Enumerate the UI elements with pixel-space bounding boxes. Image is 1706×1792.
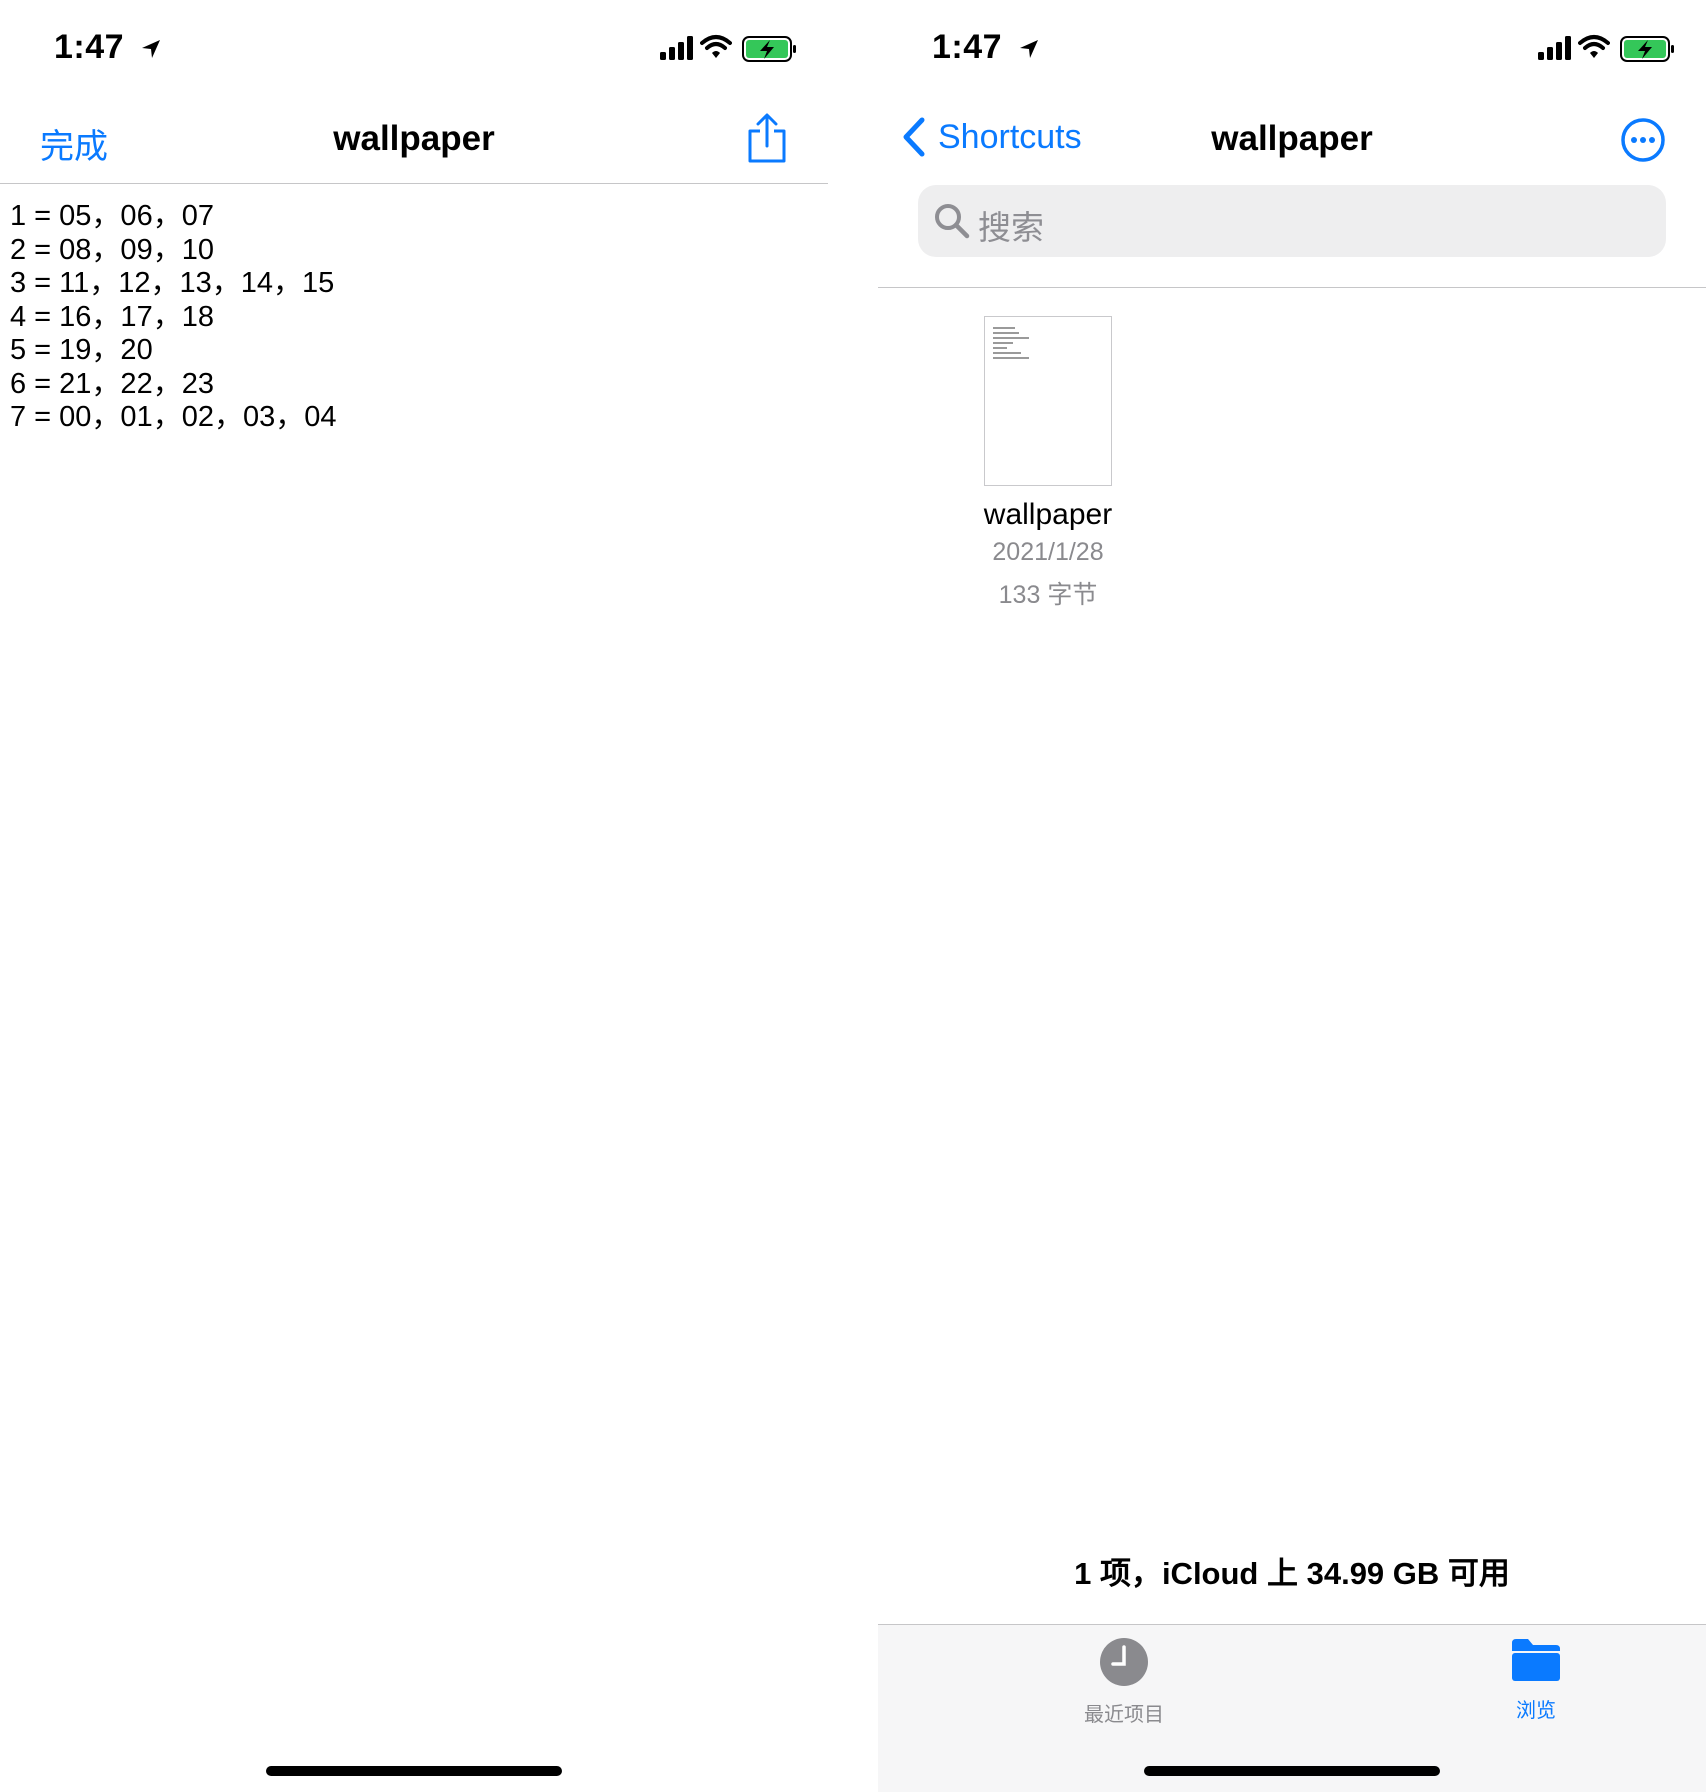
battery-charging-icon: [742, 36, 796, 62]
search-icon: [935, 204, 970, 239]
search-divider: [878, 287, 1706, 288]
status-time-text: 1:47: [54, 28, 125, 66]
document-text[interactable]: 1 = 05，06，07 2 = 08，09，10 3 = 11，12，13，1…: [10, 200, 336, 435]
file-thumbnail: [984, 316, 1112, 486]
storage-summary: 1 项，iCloud 上 34.99 GB 可用: [1074, 1556, 1510, 1591]
battery-charging-icon: [1620, 36, 1674, 62]
search-placeholder: 搜索: [978, 209, 1044, 246]
cellular-signal-icon: [660, 36, 693, 60]
location-arrow-icon: [1020, 40, 1039, 59]
tab-recents-label: 最近项目: [1084, 1704, 1164, 1726]
wifi-icon: [700, 35, 732, 58]
status-bar: 1:47: [0, 0, 828, 95]
nav-bar: Shortcuts wallpaper: [878, 95, 1706, 183]
document-line: 1 = 05，06，07: [10, 200, 214, 232]
home-indicator[interactable]: [1144, 1766, 1440, 1776]
home-indicator[interactable]: [266, 1766, 562, 1776]
document-line: 2 = 08，09，10: [10, 233, 214, 266]
status-bar: 1:47: [878, 0, 1706, 95]
document-line: 3 = 11，12，13，14，15: [10, 267, 335, 299]
document-line: 4 = 16，17，18: [10, 300, 214, 333]
cellular-signal-icon: [1538, 36, 1571, 60]
document-line: 6 = 21，22，23: [10, 367, 214, 400]
file-date: 2021/1/28: [992, 538, 1104, 566]
document-line: 5 = 19，20: [10, 334, 153, 366]
document-line: 7 = 00，01，02，03，04: [10, 401, 337, 433]
tab-browse-label: 浏览: [1516, 1700, 1556, 1722]
page-title: wallpaper: [1211, 119, 1373, 158]
status-time: 1:47: [54, 28, 162, 67]
more-options-icon[interactable]: [1620, 117, 1666, 163]
clock-icon: [1100, 1638, 1148, 1686]
files-browser-screen: 1:47 Shortcuts wallpaper 搜索 wallpaper 20…: [878, 0, 1706, 1792]
file-name: wallpaper: [983, 498, 1113, 531]
nav-bar: 完成 wallpaper: [0, 95, 828, 183]
wifi-icon: [1578, 35, 1610, 58]
share-icon[interactable]: [746, 113, 788, 165]
file-item[interactable]: wallpaper 2021/1/28 133 字节: [948, 316, 1148, 611]
nav-divider: [0, 183, 828, 184]
status-time-text: 1:47: [932, 28, 1003, 66]
text-viewer-screen: 1:47 完成 wallpaper 1 = 05，06，07 2 = 08，09…: [0, 0, 828, 1792]
tab-browse[interactable]: 浏览: [1456, 1637, 1616, 1723]
status-time: 1:47: [932, 28, 1040, 67]
folder-icon: [1512, 1639, 1560, 1681]
page-title: wallpaper: [333, 119, 495, 158]
file-size: 133 字节: [998, 581, 1098, 609]
tab-recents[interactable]: 最近项目: [1044, 1637, 1204, 1727]
location-arrow-icon: [142, 40, 161, 59]
search-input[interactable]: 搜索: [918, 185, 1666, 257]
